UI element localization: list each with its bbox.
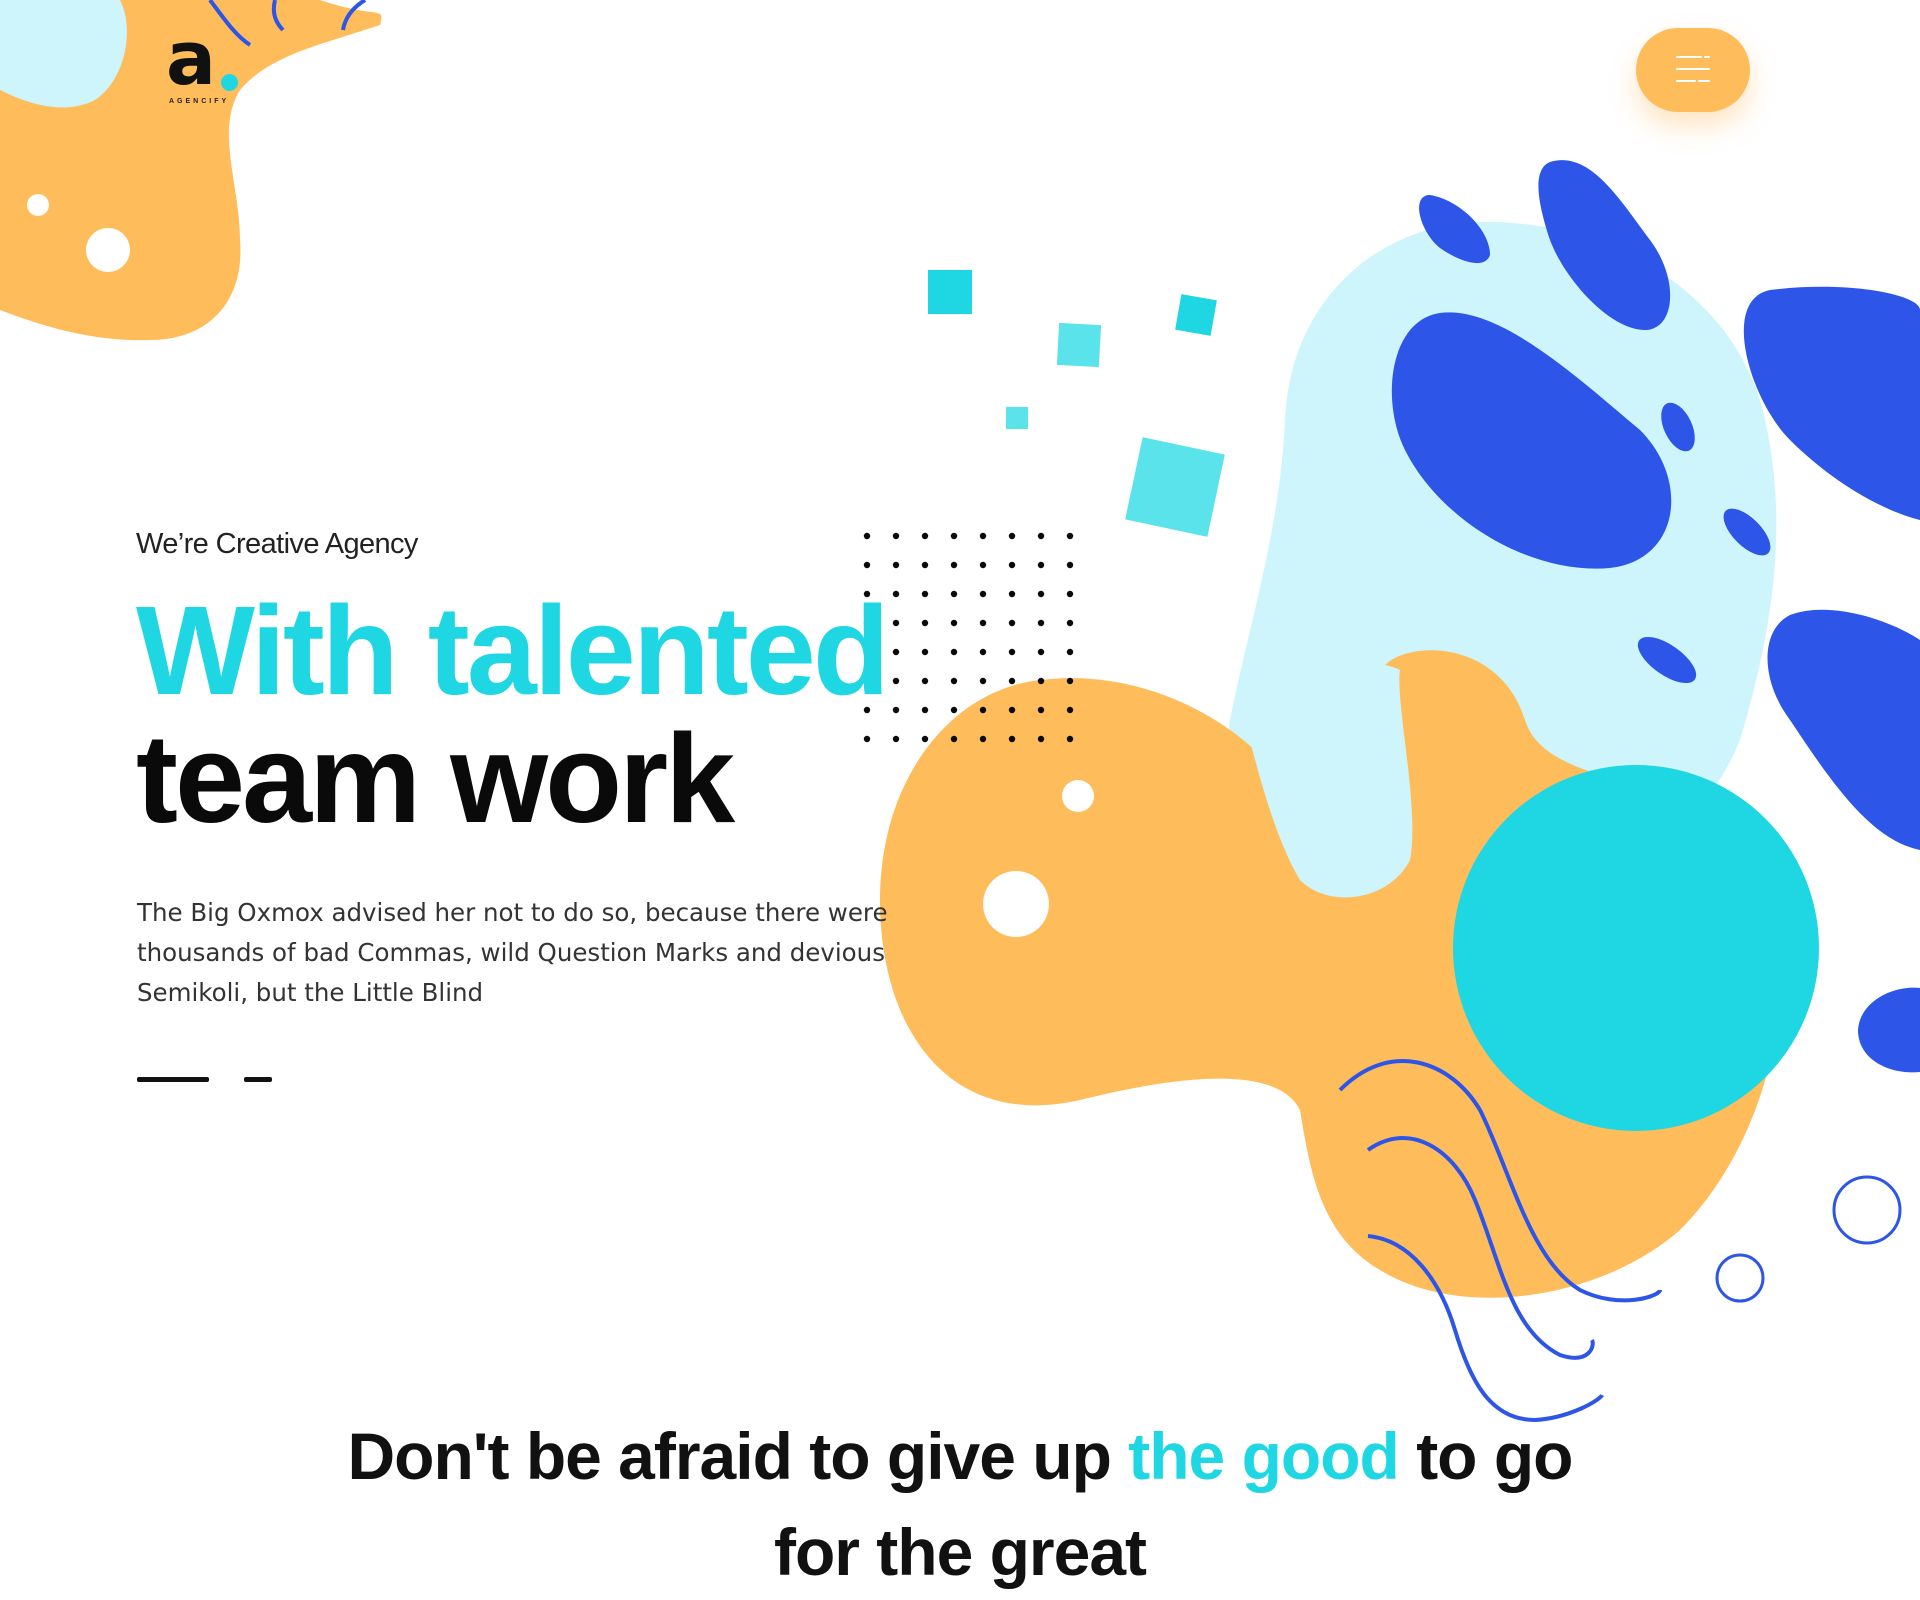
grid-dot — [1038, 678, 1044, 684]
grid-dot — [893, 591, 899, 597]
grid-dot — [1038, 562, 1044, 568]
grid-dot — [951, 591, 957, 597]
grid-dot — [1038, 649, 1044, 655]
corner-dot-large — [86, 228, 130, 272]
confetti-square — [1125, 437, 1225, 537]
grid-dot — [893, 736, 899, 742]
grid-dot — [1038, 591, 1044, 597]
grid-dot — [951, 533, 957, 539]
grid-dot — [1009, 649, 1015, 655]
grid-dot — [1038, 533, 1044, 539]
logo-letter: a — [166, 22, 216, 96]
grid-dot — [1009, 591, 1015, 597]
grid-dot — [893, 620, 899, 626]
blue-half-circle — [1858, 988, 1920, 1073]
grid-dot — [893, 678, 899, 684]
grid-dot — [980, 649, 986, 655]
hero-tagline: We’re Creative Agency — [136, 528, 418, 561]
hero-title: team work — [136, 716, 732, 842]
grid-dot — [1038, 736, 1044, 742]
grid-dot — [893, 533, 899, 539]
grid-dot — [864, 736, 870, 742]
corner-dot-small — [27, 194, 49, 216]
confetti-square — [1175, 294, 1217, 336]
quote-heading: Don't be afraid to give up the good to g… — [300, 1408, 1620, 1600]
confetti-square — [1006, 407, 1028, 429]
logo-subtitle: AGENCIFY — [169, 98, 229, 105]
grid-dot — [922, 649, 928, 655]
grid-dot — [893, 707, 899, 713]
grid-dot — [980, 620, 986, 626]
grid-dot — [1009, 620, 1015, 626]
hero-title-highlight: With talented — [136, 588, 887, 714]
grid-dot — [1067, 591, 1073, 597]
grid-dot — [951, 649, 957, 655]
grid-dot — [922, 562, 928, 568]
grid-dot — [1009, 562, 1015, 568]
grid-dot — [980, 678, 986, 684]
grid-dot — [893, 649, 899, 655]
grid-dot — [951, 562, 957, 568]
grid-dot — [980, 533, 986, 539]
confetti-square — [928, 270, 972, 314]
grid-dot — [1067, 707, 1073, 713]
grid-dot — [1067, 562, 1073, 568]
grid-dot — [1009, 707, 1015, 713]
grid-dot — [951, 620, 957, 626]
grid-dot — [951, 678, 957, 684]
blue-blob — [1768, 610, 1920, 850]
grid-dot — [951, 736, 957, 742]
slide-indicator[interactable] — [244, 1077, 272, 1082]
outline-circle-small — [1717, 1255, 1763, 1301]
confetti-square — [1057, 323, 1101, 367]
grid-dot — [980, 707, 986, 713]
grid-dot — [980, 736, 986, 742]
grid-dot — [1038, 707, 1044, 713]
grid-dot — [922, 591, 928, 597]
grid-dot — [1038, 620, 1044, 626]
grid-dot — [864, 533, 870, 539]
orange-blob-dot-small — [1062, 780, 1094, 812]
grid-dot — [1067, 736, 1073, 742]
grid-dot — [922, 707, 928, 713]
outline-circle-large — [1834, 1177, 1900, 1243]
orange-blob-dot-large — [983, 871, 1049, 937]
grid-dot — [980, 562, 986, 568]
grid-dot — [1009, 533, 1015, 539]
slide-indicator-active[interactable] — [137, 1077, 209, 1082]
grid-dot — [1009, 736, 1015, 742]
grid-dot — [922, 620, 928, 626]
grid-dot — [980, 591, 986, 597]
grid-dot — [922, 533, 928, 539]
logo-dot — [221, 74, 238, 91]
grid-dot — [951, 707, 957, 713]
grid-dot — [922, 678, 928, 684]
grid-dot — [1067, 620, 1073, 626]
grid-dot — [922, 736, 928, 742]
hero-description: The Big Oxmox advised her not to do so, … — [137, 893, 897, 1013]
grid-dot — [1067, 533, 1073, 539]
grid-dot — [1067, 678, 1073, 684]
cyan-circle — [1453, 765, 1819, 1131]
grid-dot — [893, 562, 899, 568]
menu-toggle-button[interactable] — [1636, 28, 1750, 112]
grid-dot — [864, 562, 870, 568]
quote-text: Don't be afraid to give up — [348, 1419, 1129, 1493]
grid-dot — [1067, 649, 1073, 655]
quote-highlight: the good — [1128, 1419, 1399, 1493]
brand-logo[interactable]: a AGENCIFY — [166, 34, 276, 114]
grid-dot — [1009, 678, 1015, 684]
